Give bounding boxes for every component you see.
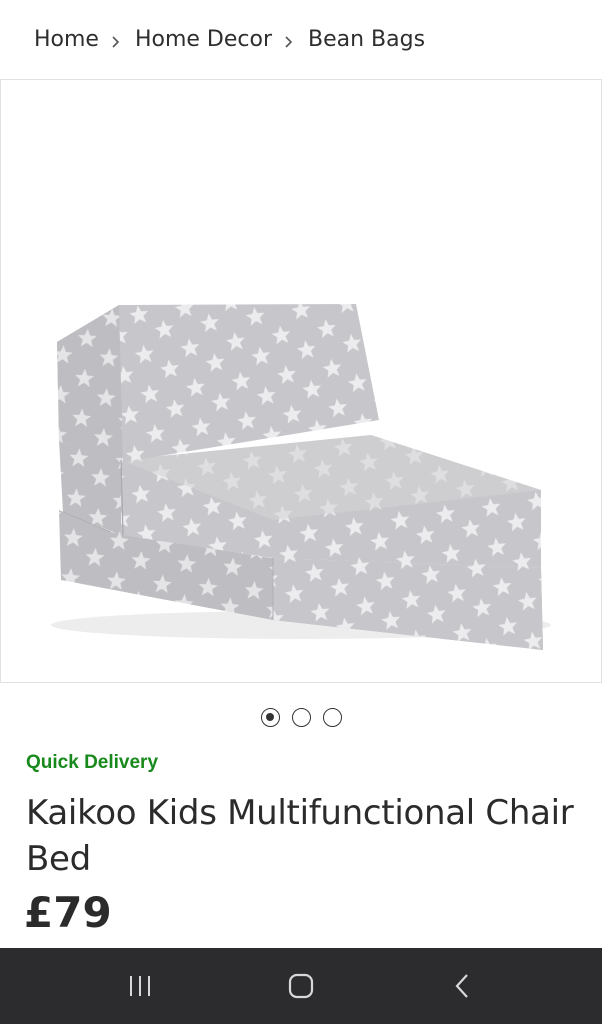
breadcrumb-home-decor[interactable]: Home Decor: [135, 27, 272, 52]
product-image-gallery[interactable]: [0, 79, 602, 683]
delivery-badge: Quick Delivery: [26, 752, 159, 773]
carousel-indicator: [0, 706, 602, 728]
chevron-right-icon: [284, 29, 294, 49]
breadcrumb-bean-bags[interactable]: Bean Bags: [308, 27, 425, 52]
recents-icon: [130, 976, 151, 996]
product-image[interactable]: [1, 80, 601, 682]
recents-button[interactable]: [110, 956, 170, 1016]
carousel-dot-1[interactable]: [260, 707, 280, 727]
home-button[interactable]: [271, 956, 331, 1016]
system-navigation-bar: [0, 948, 602, 1024]
breadcrumb-home[interactable]: Home: [34, 27, 99, 52]
home-icon: [288, 973, 314, 999]
product-price: £79: [24, 888, 112, 937]
carousel-dot-2[interactable]: [291, 707, 311, 727]
chevron-right-icon: [111, 29, 121, 49]
product-title: Kaikoo Kids Multifunctional Chair Bed: [26, 793, 574, 879]
breadcrumb: Home Home Decor Bean Bags: [0, 0, 602, 78]
carousel-dot-3[interactable]: [322, 707, 342, 727]
back-icon: [455, 974, 468, 998]
back-button[interactable]: [432, 956, 492, 1016]
